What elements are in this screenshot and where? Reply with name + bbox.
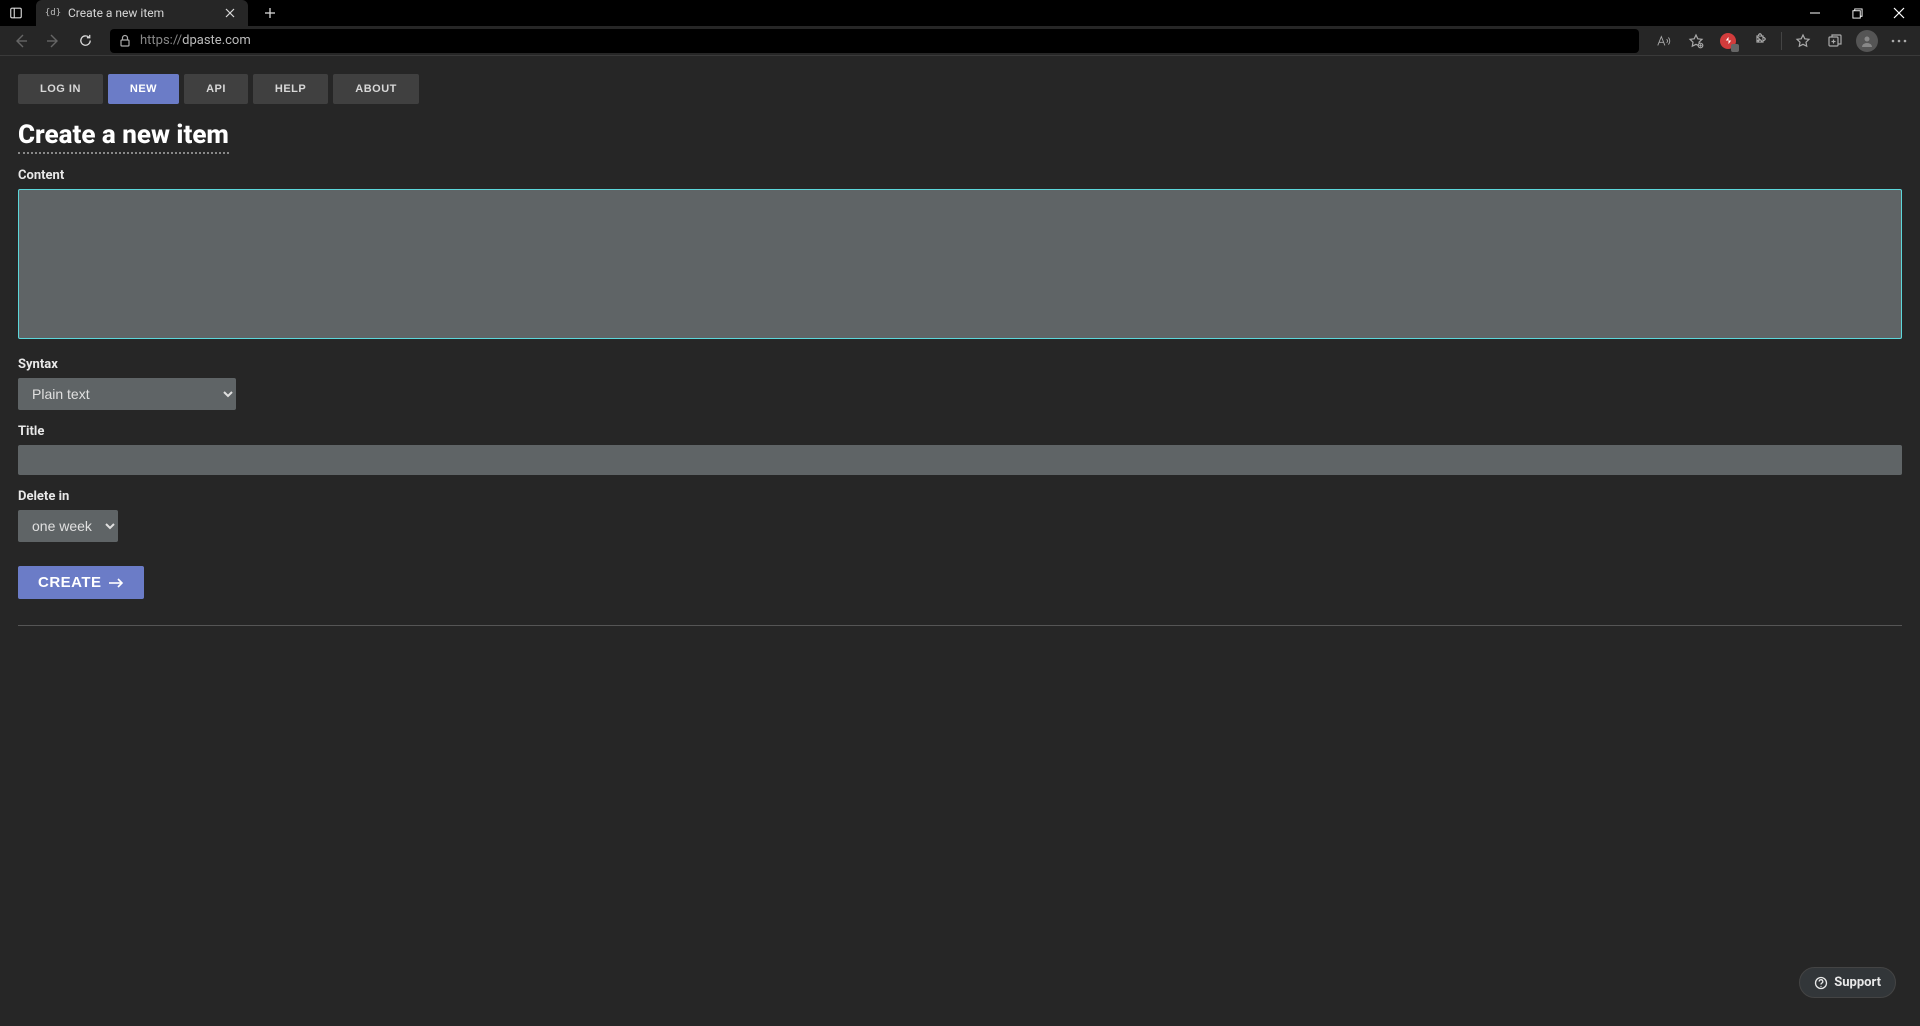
title-label: Title xyxy=(18,424,1902,439)
nav-new[interactable]: NEW xyxy=(108,74,179,104)
nav-about[interactable]: ABOUT xyxy=(333,74,419,104)
maximize-button[interactable] xyxy=(1836,0,1878,26)
browser-tab[interactable]: {d} Create a new item xyxy=(36,0,248,26)
delete-in-label: Delete in xyxy=(18,489,1902,504)
close-window-button[interactable] xyxy=(1878,0,1920,26)
read-aloud-button[interactable] xyxy=(1649,26,1679,56)
site-nav: LOG IN NEW API HELP ABOUT xyxy=(18,74,1902,104)
url-protocol: https:// xyxy=(140,33,182,48)
url-host: dpaste.com xyxy=(182,33,251,48)
x-icon xyxy=(225,8,235,18)
refresh-icon xyxy=(78,33,93,48)
more-menu-button[interactable] xyxy=(1884,26,1914,56)
nav-api[interactable]: API xyxy=(184,74,248,104)
ellipsis-icon xyxy=(1891,39,1907,43)
title-input[interactable] xyxy=(18,445,1902,475)
create-button[interactable]: CREATE xyxy=(18,566,144,599)
content-label: Content xyxy=(18,168,1902,183)
arrow-right-icon xyxy=(108,578,124,588)
address-text: https://dpaste.com xyxy=(140,33,251,48)
delete-in-select[interactable]: one week xyxy=(18,510,118,542)
syntax-group: Syntax Plain text xyxy=(18,357,1902,410)
puzzle-icon xyxy=(1752,33,1768,49)
text-a-icon xyxy=(1656,34,1672,48)
extensions-menu-button[interactable] xyxy=(1745,26,1775,56)
delete-in-group: Delete in one week xyxy=(18,489,1902,542)
arrow-right-icon xyxy=(45,33,61,49)
profile-button[interactable] xyxy=(1852,26,1882,56)
page-title: Create a new item xyxy=(18,120,229,154)
x-icon xyxy=(1893,7,1905,19)
browser-titlebar: {d} Create a new item xyxy=(0,0,1920,26)
syntax-label: Syntax xyxy=(18,357,1902,372)
toolbar-separator xyxy=(1781,32,1782,50)
nav-login[interactable]: LOG IN xyxy=(18,74,103,104)
tab-actions-icon[interactable] xyxy=(0,0,32,26)
divider xyxy=(18,625,1902,626)
ext-red-circle-icon xyxy=(1720,33,1736,49)
syntax-select[interactable]: Plain text xyxy=(18,378,236,410)
address-bar[interactable]: https://dpaste.com xyxy=(110,29,1639,53)
star-add-icon xyxy=(1688,33,1704,49)
refresh-button[interactable] xyxy=(70,26,100,56)
collections-icon xyxy=(1827,33,1843,49)
plus-icon xyxy=(264,7,276,19)
page-content: LOG IN NEW API HELP ABOUT Create a new i… xyxy=(0,56,1920,1026)
tab-title: Create a new item xyxy=(68,6,164,20)
extension-button[interactable] xyxy=(1713,26,1743,56)
bookmarks-button[interactable] xyxy=(1788,26,1818,56)
collections-button[interactable] xyxy=(1820,26,1850,56)
favorites-button[interactable] xyxy=(1681,26,1711,56)
back-button[interactable] xyxy=(6,26,36,56)
titlebar-left: {d} Create a new item xyxy=(0,0,284,26)
minimize-icon xyxy=(1809,7,1821,19)
new-tab-button[interactable] xyxy=(256,0,284,26)
create-button-label: CREATE xyxy=(38,574,102,591)
maximize-icon xyxy=(1852,8,1863,19)
ext-badge xyxy=(1731,44,1739,52)
content-group: Content xyxy=(18,168,1902,343)
support-button[interactable]: Support xyxy=(1799,967,1896,998)
content-textarea[interactable] xyxy=(18,189,1902,339)
arrow-left-icon xyxy=(13,33,29,49)
star-icon xyxy=(1795,33,1811,49)
minimize-button[interactable] xyxy=(1794,0,1836,26)
tab-favicon: {d} xyxy=(46,6,60,20)
avatar xyxy=(1856,30,1878,52)
nav-help[interactable]: HELP xyxy=(253,74,328,104)
browser-toolbar: https://dpaste.com xyxy=(0,26,1920,56)
window-controls xyxy=(1794,0,1920,26)
support-label: Support xyxy=(1834,975,1881,990)
close-tab-button[interactable] xyxy=(222,5,238,21)
help-circle-icon xyxy=(1814,976,1828,990)
forward-button[interactable] xyxy=(38,26,68,56)
panel-icon xyxy=(9,6,23,20)
toolbar-right xyxy=(1649,26,1914,56)
title-group: Title xyxy=(18,424,1902,475)
lock-icon xyxy=(118,34,132,48)
person-icon xyxy=(1860,34,1874,48)
